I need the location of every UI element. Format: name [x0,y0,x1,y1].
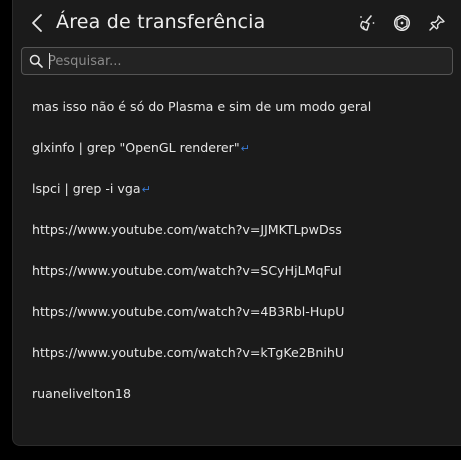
header: Área de transferência [13,0,461,46]
back-button[interactable] [27,10,47,36]
newline-marker-icon: ↵ [141,183,151,196]
text-cursor [49,53,50,69]
search-field[interactable] [21,47,453,75]
clipboard-item[interactable]: ruanelivelton18 [13,375,461,416]
newline-marker-icon: ↵ [240,142,250,155]
configure-button[interactable] [391,12,413,34]
settings-icon [393,14,411,32]
pin-button[interactable] [426,12,448,34]
page-title: Área de transferência [56,11,266,33]
clipboard-panel: Área de transferência Pesquisar... mas i… [12,0,461,446]
clipboard-item[interactable]: https://www.youtube.com/watch?v=SCyHjLMq… [13,252,461,293]
clipboard-item-text: https://www.youtube.com/watch?v=JJMKTLpw… [32,222,342,237]
clipboard-item-text: lspci | grep -i vga↵ [32,181,151,196]
clipboard-item-text: ruanelivelton18 [32,386,131,401]
clipboard-item-text: https://www.youtube.com/watch?v=kTgKe2Bn… [32,345,345,360]
clipboard-item[interactable]: https://www.youtube.com/watch?v=4B3Rbl-H… [13,293,461,334]
search-input[interactable] [48,51,446,71]
clipboard-item[interactable]: https://www.youtube.com/watch?v=kTgKe2Bn… [13,334,461,375]
clipboard-item[interactable]: mas isso não é só do Plasma e sim de um … [13,88,461,129]
search-icon [29,54,43,68]
clipboard-item[interactable]: lspci | grep -i vga↵ [13,170,461,211]
back-arrow-icon [32,14,42,32]
clipboard-item-text: glxinfo | grep "OpenGL renderer"↵ [32,140,250,155]
clipboard-item[interactable]: https://www.youtube.com/watch?v=JJMKTLpw… [13,211,461,252]
clear-history-button[interactable] [356,12,378,34]
clipboard-item-text: https://www.youtube.com/watch?v=SCyHjLMq… [32,263,342,278]
clear-history-icon [360,15,375,31]
clipboard-item-text: https://www.youtube.com/watch?v=4B3Rbl-H… [32,304,345,319]
pin-icon [429,15,445,31]
clipboard-item[interactable]: glxinfo | grep "OpenGL renderer"↵ [13,129,461,170]
clipboard-item-text: mas isso não é só do Plasma e sim de um … [32,99,372,114]
